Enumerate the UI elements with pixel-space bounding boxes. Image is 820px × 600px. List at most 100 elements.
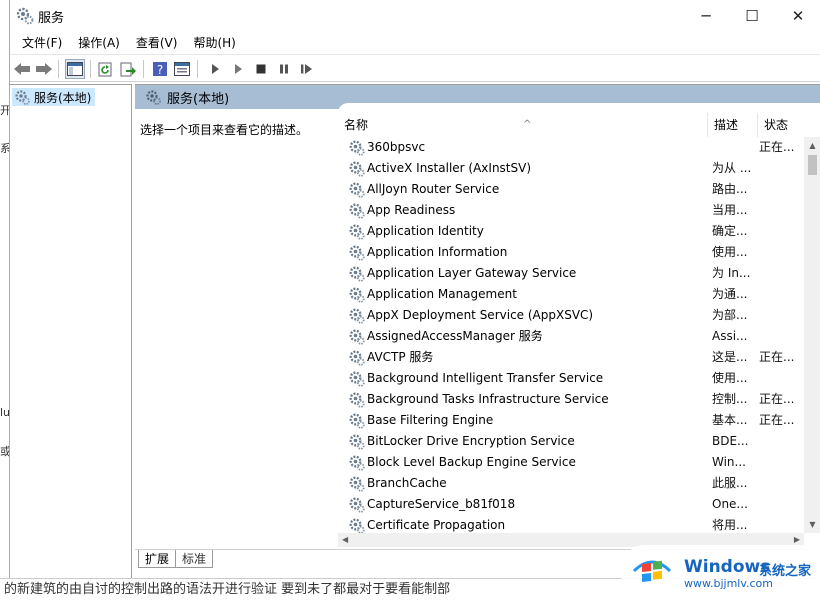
service-gear-icon xyxy=(348,328,365,345)
scroll-up-icon[interactable]: ▲ xyxy=(804,137,820,154)
toolbar: ? xyxy=(10,54,820,82)
table-row[interactable]: BitLocker Drive Encryption Service BDE... xyxy=(338,431,804,452)
table-row[interactable]: Application Layer Gateway Service 为 In... xyxy=(338,263,804,284)
table-row[interactable]: AppX Deployment Service (AppXSVC) 为部... xyxy=(338,305,804,326)
service-gear-icon xyxy=(348,433,365,450)
back-arrow-icon xyxy=(14,63,30,75)
service-status-cell: 正在... xyxy=(759,413,795,427)
close-icon: ✕ xyxy=(791,6,805,25)
table-row[interactable]: Application Information 使用... xyxy=(338,242,804,263)
service-name: CaptureService_b81f018 xyxy=(367,497,516,511)
tab-standard[interactable]: 标准 xyxy=(175,550,214,568)
service-name: BitLocker Drive Encryption Service xyxy=(367,434,575,448)
properties-button[interactable] xyxy=(172,59,192,79)
maximize-button[interactable]: ☐ xyxy=(729,0,775,31)
restart-icon xyxy=(301,64,312,74)
menu-view[interactable]: 查看(V) xyxy=(128,34,186,51)
help-button[interactable]: ? xyxy=(150,59,170,79)
show-hide-console-tree-button[interactable] xyxy=(65,59,85,79)
scroll-left-icon[interactable]: ◀ xyxy=(342,533,348,547)
toolbar-separator xyxy=(90,60,91,78)
table-row[interactable]: Application Identity 确定... xyxy=(338,221,804,242)
tree-item-services-local[interactable]: 服务(本地) xyxy=(12,88,96,106)
minimize-icon: ─ xyxy=(701,6,711,25)
service-name: ActiveX Installer (AxInstSV) xyxy=(367,161,532,175)
service-description-cell: 此服... xyxy=(712,476,748,490)
menu-file[interactable]: 文件(F) xyxy=(14,34,70,51)
export-icon xyxy=(120,62,136,77)
table-row[interactable]: Background Intelligent Transfer Service 使… xyxy=(338,368,804,389)
toolbar-separator xyxy=(197,60,198,78)
service-description-cell: 这是... xyxy=(712,350,748,364)
menu-action[interactable]: 操作(A) xyxy=(70,34,128,51)
column-headers: 名称 描述 状态 ^ xyxy=(338,113,808,137)
vertical-scrollbar[interactable]: ▲ ▼ xyxy=(804,137,820,533)
service-status-cell: 正在... xyxy=(759,392,795,406)
window-title: 服务 xyxy=(38,11,65,26)
service-name: App Readiness xyxy=(367,203,456,217)
table-row[interactable]: App Readiness 当用... xyxy=(338,200,804,221)
table-row[interactable]: Certificate Propagation 将用... xyxy=(338,515,804,533)
minimize-button[interactable]: ─ xyxy=(683,0,729,31)
service-name: Application Management xyxy=(367,287,517,301)
windows-logo-icon xyxy=(632,560,672,582)
menu-help[interactable]: 帮助(H) xyxy=(185,34,243,51)
service-description-cell: 使用... xyxy=(712,245,748,259)
export-list-button[interactable] xyxy=(118,59,138,79)
close-button[interactable]: ✕ xyxy=(775,0,820,31)
start-service-button[interactable] xyxy=(205,59,225,79)
watermark-url: www.bjjmlv.com xyxy=(684,577,773,590)
service-gear-icon xyxy=(348,454,365,471)
service-gear-icon xyxy=(348,265,365,282)
service-name: 360bpsvc xyxy=(367,140,426,154)
service-description-cell: Win... xyxy=(712,455,746,469)
table-row[interactable]: Application Management 为通... xyxy=(338,284,804,305)
service-name: Block Level Backup Engine Service xyxy=(367,455,576,469)
table-row[interactable]: AVCTP 服务 这是... 正在... xyxy=(338,347,804,368)
service-description-cell: 基本... xyxy=(712,413,748,427)
service-description-cell: 为从 ... xyxy=(712,161,752,175)
services-rows: 360bpsvc 正在... ActiveX Installer (AxInstSV… xyxy=(338,137,804,533)
table-row[interactable]: Block Level Backup Engine Service Win... xyxy=(338,452,804,473)
tree-item-label: 服务(本地) xyxy=(34,90,92,105)
sort-ascending-icon: ^ xyxy=(523,119,532,130)
table-row[interactable]: Background Tasks Infrastructure Service 控… xyxy=(338,389,804,410)
services-gear-icon xyxy=(16,7,34,25)
details-pane: 服务(本地) 选择一个项目来查看它的描述。 名称 描述 状态 ^ 360bpsv… xyxy=(135,84,820,578)
service-name: Application Layer Gateway Service xyxy=(367,266,577,280)
service-description-cell: Assi... xyxy=(712,329,748,343)
table-row[interactable]: AllJoyn Router Service 路由... xyxy=(338,179,804,200)
help-icon: ? xyxy=(153,62,167,77)
start-service-alt-button[interactable] xyxy=(228,59,248,79)
service-description-cell: 使用... xyxy=(712,371,748,385)
back-button[interactable] xyxy=(12,59,32,79)
table-row[interactable]: 360bpsvc 正在... xyxy=(338,137,804,158)
restart-service-button[interactable] xyxy=(297,59,317,79)
table-row[interactable]: ActiveX Installer (AxInstSV) 为从 ... xyxy=(338,158,804,179)
table-row[interactable]: BranchCache 此服... xyxy=(338,473,804,494)
service-gear-icon xyxy=(348,139,365,156)
table-row[interactable]: CaptureService_b81f018 One... xyxy=(338,494,804,515)
service-gear-icon xyxy=(348,391,365,408)
toolbar-separator xyxy=(58,60,59,78)
service-name: Base Filtering Engine xyxy=(367,413,494,427)
forward-button[interactable] xyxy=(34,59,54,79)
service-name: AppX Deployment Service (AppXSVC) xyxy=(367,308,594,322)
service-status-cell: 正在... xyxy=(759,350,795,364)
tab-expanded[interactable]: 扩展 xyxy=(138,550,177,568)
stop-service-button[interactable] xyxy=(251,59,271,79)
pause-service-button[interactable] xyxy=(274,59,294,79)
scroll-thumb[interactable] xyxy=(808,155,817,175)
service-name: AllJoyn Router Service xyxy=(367,182,500,196)
service-description-cell: 路由... xyxy=(712,182,748,196)
table-row[interactable]: AssignedAccessManager 服务 Assi... xyxy=(338,326,804,347)
service-name: BranchCache xyxy=(367,476,447,490)
refresh-button[interactable] xyxy=(96,59,116,79)
service-name: Certificate Propagation xyxy=(367,518,506,532)
column-header-description[interactable]: 描述 xyxy=(708,113,758,137)
column-header-status[interactable]: 状态 xyxy=(758,113,808,137)
service-gear-icon xyxy=(348,370,365,387)
scroll-down-icon[interactable]: ▼ xyxy=(804,516,820,533)
table-row[interactable]: Base Filtering Engine 基本... 正在... xyxy=(338,410,804,431)
stop-icon xyxy=(256,64,266,74)
